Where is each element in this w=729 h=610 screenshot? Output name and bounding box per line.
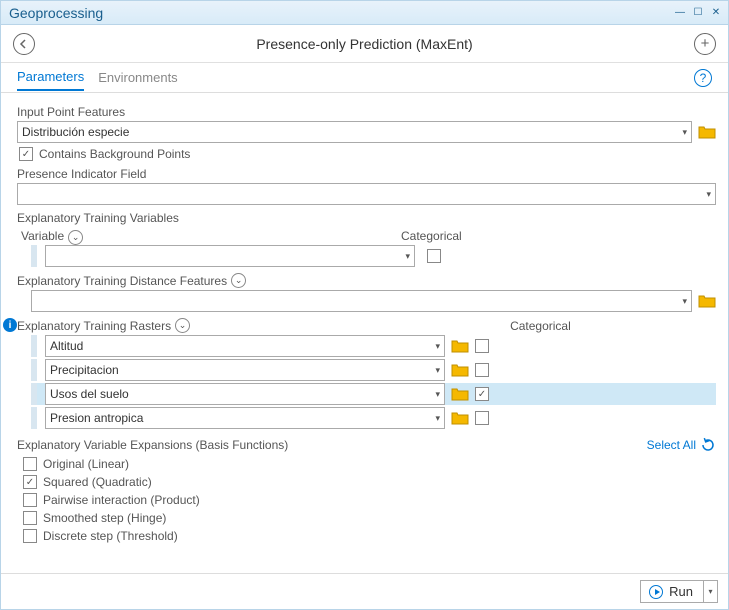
tabs: Parameters Environments ?	[1, 63, 728, 93]
explanatory-training-rasters-label: Explanatory Training Rasters⌄ Categorica…	[17, 318, 716, 333]
basis-checkbox[interactable]	[23, 529, 37, 543]
add-button[interactable]: +	[694, 33, 716, 55]
browse-distance-icon[interactable]	[698, 293, 716, 309]
presence-indicator-field-label: Presence Indicator Field	[17, 167, 716, 181]
contains-background-checkbox[interactable]	[19, 147, 33, 161]
autohide-icon[interactable]: —	[672, 6, 688, 20]
basis-option: Pairwise interaction (Product)	[23, 493, 716, 507]
basis-label: Pairwise interaction (Product)	[43, 493, 200, 507]
maximize-icon[interactable]: ☐	[690, 6, 706, 20]
tool-header: Presence-only Prediction (MaxEnt) +	[1, 25, 728, 63]
raster-row: Precipitacion	[31, 359, 716, 381]
drag-handle[interactable]	[31, 359, 37, 381]
raster-row: Altitud	[31, 335, 716, 357]
run-button[interactable]: Run	[640, 580, 704, 603]
raster-combo[interactable]: Altitud	[45, 335, 445, 357]
explanatory-variable-combo[interactable]	[45, 245, 415, 267]
browse-raster-icon[interactable]	[451, 386, 469, 402]
distance-expand-icon[interactable]: ⌄	[231, 273, 246, 288]
raster-combo[interactable]: Precipitacion	[45, 359, 445, 381]
play-icon	[649, 585, 663, 599]
run-dropdown[interactable]: ▾	[704, 580, 718, 603]
raster-categorical-label: Categorical	[510, 319, 571, 333]
browse-raster-icon[interactable]	[451, 338, 469, 354]
raster-combo[interactable]: Presion antropica	[45, 407, 445, 429]
basis-label: Original (Linear)	[43, 457, 129, 471]
parameters-panel: Input Point Features Distribución especi…	[1, 93, 728, 573]
contains-background-label: Contains Background Points	[39, 147, 190, 161]
titlebar: Geoprocessing — ☐ ✕	[1, 1, 728, 25]
explanatory-training-variables-label: Explanatory Training Variables	[17, 211, 716, 225]
variable-expand-icon[interactable]: ⌄	[68, 230, 83, 245]
browse-raster-icon[interactable]	[451, 410, 469, 426]
window-title: Geoprocessing	[5, 5, 670, 21]
tab-environments[interactable]: Environments	[98, 65, 177, 90]
input-point-features-combo[interactable]: Distribución especie	[17, 121, 692, 143]
drag-handle[interactable]	[31, 245, 37, 267]
rasters-expand-icon[interactable]: ⌄	[175, 318, 190, 333]
presence-indicator-field-combo[interactable]	[17, 183, 716, 205]
explanatory-training-distance-label: Explanatory Training Distance Features⌄	[17, 273, 716, 288]
input-point-features-label: Input Point Features	[17, 105, 716, 119]
basis-label: Squared (Quadratic)	[43, 475, 152, 489]
raster-row: Presion antropica	[31, 407, 716, 429]
drag-handle[interactable]	[31, 383, 37, 405]
basis-option: Discrete step (Threshold)	[23, 529, 716, 543]
tab-parameters[interactable]: Parameters	[17, 64, 84, 91]
raster-categorical-checkbox[interactable]	[475, 411, 489, 425]
back-button[interactable]	[13, 33, 35, 55]
basis-checkbox[interactable]	[23, 511, 37, 525]
basis-checkbox[interactable]	[23, 493, 37, 507]
explanatory-variable-categorical-checkbox[interactable]	[427, 249, 441, 263]
help-icon[interactable]: ?	[694, 69, 712, 87]
raster-combo[interactable]: Usos del suelo	[45, 383, 445, 405]
raster-categorical-checkbox[interactable]	[475, 387, 489, 401]
basis-option: Squared (Quadratic)	[23, 475, 716, 489]
reset-icon[interactable]	[700, 437, 716, 453]
basis-checkbox[interactable]	[23, 457, 37, 471]
categorical-column-label: Categorical	[401, 229, 462, 245]
info-icon[interactable]: i	[3, 318, 17, 332]
browse-raster-icon[interactable]	[451, 362, 469, 378]
basis-checkbox[interactable]	[23, 475, 37, 489]
variable-column-label: Variable⌄	[17, 229, 401, 245]
close-icon[interactable]: ✕	[708, 6, 724, 20]
select-all-link[interactable]: Select All	[647, 438, 696, 452]
drag-handle[interactable]	[31, 407, 37, 429]
basis-label: Discrete step (Threshold)	[43, 529, 178, 543]
raster-categorical-checkbox[interactable]	[475, 363, 489, 377]
tool-title: Presence-only Prediction (MaxEnt)	[35, 36, 694, 52]
basis-label: Smoothed step (Hinge)	[43, 511, 166, 525]
basis-option: Original (Linear)	[23, 457, 716, 471]
footer: Run ▾	[1, 573, 728, 609]
drag-handle[interactable]	[31, 335, 37, 357]
raster-categorical-checkbox[interactable]	[475, 339, 489, 353]
raster-row: Usos del suelo	[31, 383, 716, 405]
basis-functions-label: Explanatory Variable Expansions (Basis F…	[17, 438, 647, 452]
explanatory-distance-combo[interactable]	[31, 290, 692, 312]
basis-option: Smoothed step (Hinge)	[23, 511, 716, 525]
browse-input-point-icon[interactable]	[698, 124, 716, 140]
